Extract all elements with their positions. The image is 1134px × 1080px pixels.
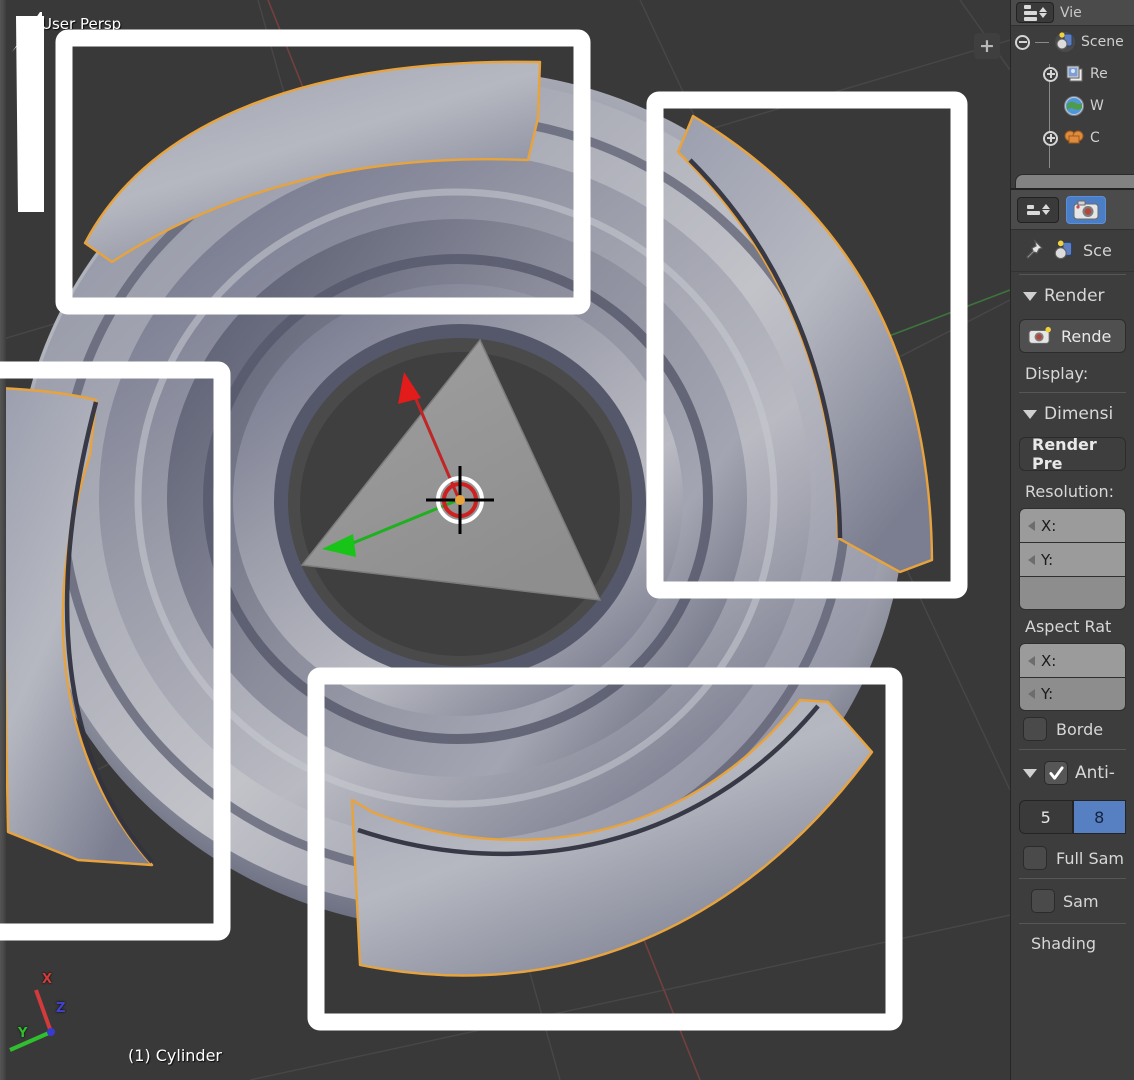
divider	[1019, 878, 1126, 879]
outliner-icon	[1023, 4, 1037, 21]
render-button-label: Rende	[1061, 326, 1112, 346]
samples-value: 8	[1094, 807, 1105, 827]
3d-viewport[interactable]: User Persp (1) Cylinder X Y Z + 1	[0, 0, 1010, 1080]
chevron-left-icon[interactable]	[1028, 655, 1035, 666]
world-icon	[1064, 96, 1084, 116]
panel-title-label: Dimensi	[1044, 404, 1114, 424]
outliner-editor-type-button[interactable]	[1016, 2, 1054, 23]
blender-window: User Persp (1) Cylinder X Y Z + 1	[0, 0, 1134, 1080]
outliner-editor[interactable]: Vie Scene Re W C	[1010, 0, 1134, 188]
chevron-down-icon	[1023, 768, 1037, 778]
properties-icon	[1026, 204, 1040, 215]
aspect-x-field[interactable]: X:	[1019, 643, 1126, 677]
aspect-ratio-label: Aspect Rat	[1025, 617, 1112, 636]
outliner-item-renderlayers[interactable]: Re	[1011, 58, 1134, 90]
full-sample-row[interactable]: Full Sam	[1011, 840, 1134, 876]
samples-option-5[interactable]: 5	[1019, 800, 1073, 834]
plus-icon: +	[979, 34, 995, 57]
panel-header-shading[interactable]: Shading	[1011, 926, 1134, 961]
viewport-left-edge	[0, 0, 6, 1080]
aspect-y-label: Y:	[1041, 685, 1054, 703]
chevron-left-icon[interactable]	[1028, 554, 1035, 565]
panel-title-label: Sam	[1063, 891, 1099, 911]
resolution-percentage-slider[interactable]	[1019, 576, 1126, 610]
border-label: Borde	[1056, 719, 1104, 739]
chevron-updown-icon	[1041, 204, 1050, 215]
camera-icon	[1073, 200, 1099, 219]
resolution-x-label: X:	[1041, 516, 1057, 535]
samples-option-8[interactable]: 8	[1072, 800, 1126, 834]
border-checkbox[interactable]	[1023, 717, 1047, 741]
breadcrumb-scene-label: Sce	[1083, 241, 1112, 260]
resolution-y-field[interactable]: Y:	[1019, 542, 1126, 576]
properties-editor[interactable]: Sce Render Rende Display: Dimensi Render…	[1010, 188, 1134, 1080]
expand-icon[interactable]	[1043, 66, 1058, 82]
divider	[1019, 274, 1126, 275]
pin-icon[interactable]	[1019, 238, 1045, 264]
aspect-x-label: X:	[1041, 651, 1057, 670]
expand-icon[interactable]	[1043, 130, 1058, 146]
divider	[1019, 923, 1126, 924]
outliner-item-scene[interactable]: Scene	[1011, 26, 1134, 58]
render-preset-button[interactable]: Render Pre	[1019, 435, 1126, 473]
resolution-y-label: Y:	[1041, 550, 1054, 569]
chevron-updown-icon	[1038, 7, 1047, 18]
outliner-label: Scene	[1081, 34, 1124, 50]
render-preset-label: Render Pre	[1032, 435, 1097, 473]
viewport-render	[0, 0, 1010, 1080]
outliner-scroll-cover	[1015, 174, 1134, 188]
properties-header	[1011, 190, 1134, 230]
full-sample-checkbox[interactable]	[1023, 846, 1047, 870]
antialiasing-samples-row[interactable]: 5 8	[1019, 800, 1126, 834]
outliner-label: Re	[1090, 66, 1108, 82]
scene-icon	[1054, 240, 1073, 259]
outliner-label: C	[1090, 130, 1100, 146]
render-image-button[interactable]: Rende	[1019, 319, 1126, 353]
panel-title-label: Render	[1044, 286, 1105, 306]
panel-title-label: Shading	[1031, 934, 1096, 953]
breadcrumb: Sce	[1011, 230, 1134, 272]
mesh-object-icon	[1064, 130, 1084, 144]
chevron-down-icon	[1023, 409, 1037, 419]
outliner-view-menu[interactable]: Vie	[1060, 5, 1082, 21]
scene-icon	[1055, 32, 1075, 52]
chevron-left-icon[interactable]	[1028, 689, 1035, 699]
divider	[1019, 749, 1126, 750]
toolbar-toggle-button[interactable]: +	[974, 33, 1000, 59]
check-icon	[1048, 765, 1064, 780]
chevron-left-icon[interactable]	[1028, 520, 1035, 531]
display-label: Display:	[1025, 364, 1089, 383]
divider	[1019, 392, 1126, 393]
full-sample-label: Full Sam	[1056, 848, 1124, 868]
border-row[interactable]: Borde	[1011, 711, 1134, 747]
outliner-header: Vie	[1011, 0, 1134, 26]
panel-title-label: Anti-	[1075, 763, 1115, 783]
outliner-item-world[interactable]: W	[1011, 90, 1134, 122]
render-tab[interactable]	[1066, 195, 1106, 224]
properties-editor-type-button[interactable]	[1017, 196, 1059, 223]
panel-header-sampled-motion-blur[interactable]: Sam	[1011, 881, 1134, 921]
panel-header-dimensions[interactable]: Dimensi	[1011, 395, 1134, 433]
renderlayers-icon	[1066, 65, 1083, 82]
chevron-down-icon	[1023, 291, 1037, 301]
panel-header-antialiasing[interactable]: Anti-	[1011, 752, 1134, 794]
motion-blur-checkbox[interactable]	[1031, 889, 1055, 913]
outliner-item-cylinder[interactable]: C	[1011, 122, 1134, 154]
panel-header-render[interactable]: Render	[1011, 277, 1134, 315]
samples-value: 5	[1040, 807, 1051, 827]
outliner-label: W	[1090, 98, 1104, 114]
collapse-icon[interactable]	[1015, 34, 1030, 50]
resolution-x-field[interactable]: X:	[1019, 508, 1126, 542]
antialiasing-checkbox[interactable]	[1044, 761, 1068, 785]
right-dock: Vie Scene Re W C Sce Render Rende Displa…	[1010, 0, 1134, 1080]
render-image-icon	[1028, 326, 1051, 344]
aspect-y-field[interactable]: Y:	[1019, 677, 1126, 711]
resolution-label: Resolution:	[1025, 482, 1114, 501]
